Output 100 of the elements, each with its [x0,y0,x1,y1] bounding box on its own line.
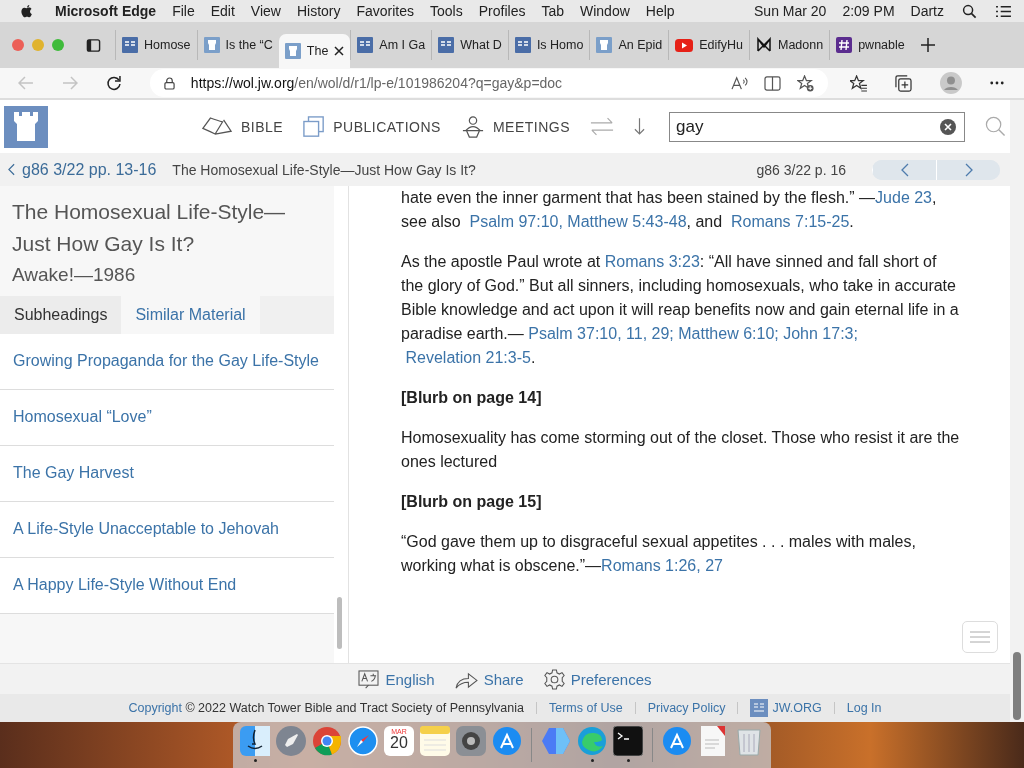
menu-item[interactable]: Help [645,3,675,19]
nav-link[interactable]: MEETINGS [460,115,570,138]
subheading-link[interactable]: A Life-Style Unacceptable to Jehovah [0,502,334,558]
scripture-link[interactable]: Romans 7:15-25 [731,213,850,230]
smiling-face-app-icon[interactable] [240,726,270,756]
nav-link[interactable]: BIBLE [201,116,284,137]
menu-item[interactable]: Favorites [356,3,415,19]
address-field[interactable]: https://wol.jw.org/en/wol/d/r1/lp-e/101986204?q=gay&p=doc [149,69,829,97]
profile-avatar-icon[interactable] [940,72,962,94]
letter-a-app-icon[interactable] [492,726,522,756]
lock-icon [163,76,175,90]
scripture-link[interactable]: Matthew 6:10; [678,325,779,342]
sidebar-tab[interactable]: Subheadings [0,296,122,334]
paragraph: As the apostle Paul wrote at Romans 3:23: “All have sinned and fall short of the glory of God.” But all sinners, including homosexuals, who take in accurate Bible knowledge and act upon it will reap benefits now and gain eternal life in a paradise earth.— Psalm 37:10, 11, 29; Matthew 6:10; John 17:3; Revelation 21:3-5. [401,252,960,368]
collections-icon[interactable] [895,74,913,92]
scripture-link[interactable]: Psalm 97:10, Matthew 5:43-48 [469,213,687,230]
jw-logo-icon [750,699,769,717]
footer-link[interactable]: Terms of Use [549,701,623,715]
browser-tab[interactable]: Is the “C [196,30,279,60]
compass-app-icon[interactable] [348,726,378,756]
scripture-link[interactable]: Romans 3:23 [604,253,700,270]
tower-logo-icon[interactable] [4,105,48,148]
back-link[interactable]: g86 3/22 pp. 13-16 [8,160,157,179]
subheading-link[interactable]: Growing Propaganda for the Gay Life-Style [0,334,334,390]
scrollbar-thumb[interactable] [1013,652,1021,720]
open-book-icon [201,116,233,137]
browser-tab[interactable]: Am I Ga [350,30,432,60]
sidebar-tab[interactable]: Similar Material [121,296,260,334]
scrollbar-thumb[interactable] [337,597,342,649]
favorites-icon[interactable] [850,74,868,92]
scripture-link[interactable]: Romans 1:26, 27 [601,557,723,574]
copyright-link[interactable]: Copyright [128,701,182,715]
nav-link[interactable]: PUBLICATIONS [303,115,441,138]
browser-tab[interactable]: Is Homo [507,30,590,60]
menubar-date: Sun Mar 20 [754,3,827,19]
jw-favicon-icon [122,37,138,53]
letter-a-app-icon[interactable] [662,726,692,756]
read-aloud-icon[interactable] [731,75,749,91]
hexagon-app-icon[interactable] [541,726,571,756]
app-menu[interactable]: Microsoft Edge [55,3,157,19]
down-arrow-icon[interactable] [634,117,645,136]
article-title: The Homosexual Life-Style—Just How Gay Is It? [172,161,476,178]
rocket-app-icon[interactable] [276,726,306,756]
chevron-left-icon [900,162,909,177]
apple-logo-icon[interactable] [20,3,33,19]
terminal-app-icon[interactable] [613,726,643,756]
footer-link[interactable]: Privacy Policy [647,701,726,715]
tower-favicon-icon [203,37,220,53]
scripture-link[interactable]: John 17:3; [783,325,858,342]
close-window-button[interactable] [12,39,24,51]
footer-link[interactable]: Log In [846,701,882,715]
browser-tab[interactable]: An Epid [589,30,669,60]
blurb-heading: [Blurb on page 14] [401,388,543,408]
menu-item[interactable]: Window [580,3,630,19]
browser-tab[interactable]: Homose [115,30,197,60]
subheading-link[interactable]: A Happy Life-Style Without End [0,558,334,614]
browser-tab[interactable]: The [278,34,351,68]
scripture-link[interactable]: Revelation 21:3-5 [405,349,531,366]
document-app-icon[interactable] [701,726,725,756]
scripture-link[interactable]: Jude 23 [875,189,932,206]
paragraph: Homosexuality has come storming out of the closet. Those who resist it are the ones lectured [401,428,960,472]
footer-tool-link[interactable]: English [358,669,435,689]
menu-item[interactable]: Profiles [478,3,526,19]
menu-item[interactable]: File [172,3,195,19]
footer-tool-link[interactable]: Preferences [543,668,652,690]
scripture-link[interactable]: Psalm 37:10, 11, 29; [528,325,674,342]
control-center-icon[interactable] [995,4,1012,18]
search-field[interactable]: gay [669,111,965,142]
url-text: https://wol.jw.org/en/wol/d/r1/lp-e/101986204?q=gay&p=doc [190,75,563,91]
menu-item[interactable]: Tools [430,3,463,19]
browser-tab[interactable]: EdifyHu [668,30,749,60]
browser-tab[interactable]: What D [431,30,508,60]
close-tab-icon[interactable] [334,46,345,56]
chevron-left-icon [8,163,15,176]
browser-tab[interactable]: Madonn [749,30,830,60]
reload-icon[interactable] [105,75,122,91]
subheading-link[interactable]: The Gay Harvest [0,446,334,502]
menu-item[interactable]: Tab [541,3,564,19]
menu-item[interactable]: View [250,3,281,19]
tab-actions-icon[interactable] [86,37,101,53]
gear-app-icon[interactable] [456,726,486,756]
chevron-right-icon [964,162,973,177]
star-plus-icon[interactable] [797,74,815,92]
more-options-icon[interactable] [990,81,1004,85]
new-tab-icon[interactable] [920,38,935,52]
menu-item[interactable]: Edit [210,3,235,19]
subheading-link[interactable]: Homosexual “Love” [0,390,334,446]
jw-favicon-icon [514,37,531,53]
swap-arrows-icon[interactable] [590,117,614,136]
search-icon[interactable] [962,3,977,19]
footer-tool-link[interactable]: Share [454,669,524,689]
menubar-user[interactable]: Dartz [910,3,944,19]
menu-item[interactable]: History [296,3,341,19]
jw-org-link[interactable]: JW.ORG [750,699,822,717]
menubar-time: 2:09 PM [842,3,895,19]
clear-search-icon[interactable] [940,118,956,135]
browser-tab[interactable]: pwnable [829,30,911,60]
menu-icon [970,631,990,643]
tricolor-circle-app-icon[interactable] [312,726,342,756]
reader-view-icon[interactable] [764,75,782,91]
